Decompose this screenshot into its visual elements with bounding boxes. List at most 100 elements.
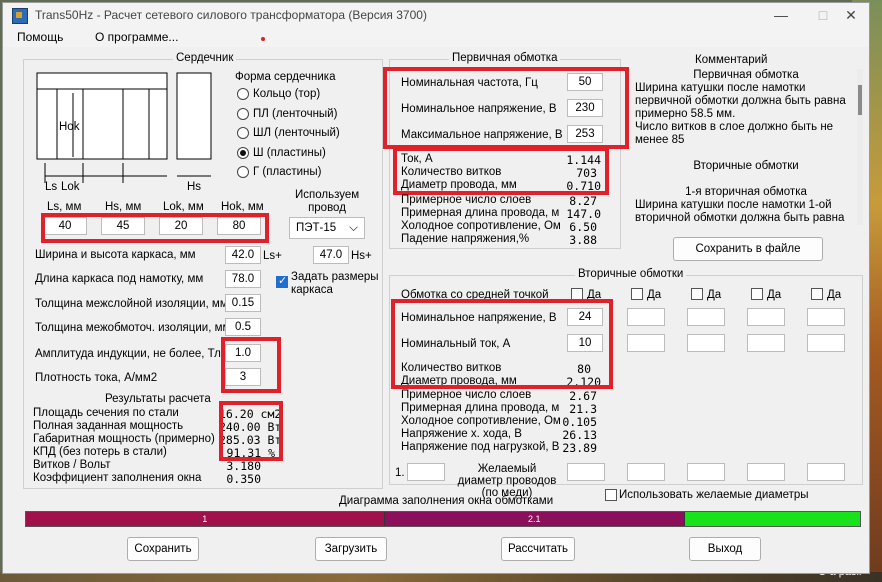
secondary-row-label-4: Холодное сопротивление, Ом <box>401 415 561 427</box>
shape-label-1: ПЛ (ленточный) <box>253 108 338 120</box>
primary-row-label-4: Примерная длина провода, м <box>401 207 560 219</box>
center-tap-yes-2: Да <box>647 289 662 301</box>
secondary-current-input-4[interactable] <box>747 334 785 352</box>
comment-title: Комментарий <box>695 54 768 66</box>
secondary-voltage-input-2[interactable] <box>627 308 665 326</box>
dim-header-ls: Ls, мм <box>47 201 82 213</box>
shape-label-2: ШЛ (ленточный) <box>253 127 340 139</box>
comment-line-1: Ширина катушки после намотки <box>635 82 806 94</box>
shape-label-3: Ш (пластины) <box>253 147 326 159</box>
fill-segment-2: 2.1 <box>384 512 685 526</box>
secondary-row-label-6: Напряжение под нагрузкой, В <box>401 441 560 453</box>
shape-radio-3[interactable] <box>237 147 249 159</box>
load-button[interactable]: Загрузить <box>315 537 387 561</box>
results-title: Результаты расчета <box>105 393 211 405</box>
center-tap-checkbox-5[interactable] <box>811 288 823 300</box>
frame-size-label: Ширина и высота каркаса, мм <box>35 249 196 261</box>
ls-plus-label: Ls+ <box>263 250 282 262</box>
interwinding-input[interactable]: 0.5 <box>225 318 261 336</box>
center-tap-checkbox-3[interactable] <box>691 288 703 300</box>
shape-label-4: Г (пластины) <box>253 166 322 178</box>
menu-about[interactable]: О программе... <box>95 30 178 44</box>
use-desired-checkbox[interactable] <box>605 489 617 501</box>
shape-label-0: Кольцо (тор) <box>253 88 321 100</box>
calculate-button[interactable]: Рассчитать <box>501 537 575 561</box>
result-label-4: Витков / Вольт <box>33 459 111 471</box>
secondary-voltage-input-4[interactable] <box>747 308 785 326</box>
comment-scrollbar-thumb[interactable] <box>858 85 862 115</box>
shape-radio-2[interactable] <box>237 127 249 139</box>
desired-diameter-input-0[interactable] <box>407 463 445 481</box>
fill-segment-1: 1 <box>26 512 385 526</box>
secondary-row-value-2: 2.67 <box>569 389 597 403</box>
shape-radio-1[interactable] <box>237 108 249 120</box>
result-label-0: Площадь сечения по стали <box>33 407 179 419</box>
comment-line-3: примерно 58.5 мм. <box>635 108 736 120</box>
center-tap-yes-4: Да <box>767 289 782 301</box>
frame-length-input[interactable]: 78.0 <box>225 270 261 288</box>
secondary-voltage-input-3[interactable] <box>687 308 725 326</box>
title-bar: Trans50Hz - Расчет сетевого силового тра… <box>3 3 869 27</box>
desired-diameter-input-2[interactable] <box>627 463 665 481</box>
shape-radio-0[interactable] <box>237 88 249 100</box>
frame-width-input[interactable]: 42.0 <box>225 246 261 264</box>
primary-row-label-5: Холодное сопротивление, Ом <box>401 220 561 232</box>
wire-select-value: ПЭТ-15 <box>296 222 337 234</box>
comment-line-9: 1-я вторичная обмотка <box>685 186 807 198</box>
desired-diameter-input-1[interactable] <box>567 463 605 481</box>
set-sizes-checkbox[interactable] <box>276 274 288 288</box>
frame-length-label: Длина каркаса под намотку, мм <box>35 273 204 285</box>
close-button[interactable]: ✕ <box>831 5 871 25</box>
wire-select[interactable]: ПЭТ-15 ⌵ <box>289 217 365 239</box>
highlight-dimensions <box>41 213 269 243</box>
primary-row-value-4: 147.0 <box>566 207 601 221</box>
shape-title: Форма сердечника <box>235 71 336 83</box>
highlight-induction-density <box>221 337 281 393</box>
save-button[interactable]: Сохранить <box>127 537 199 561</box>
center-tap-checkbox-4[interactable] <box>751 288 763 300</box>
result-label-3: КПД (без потерь в стали) <box>33 446 167 458</box>
desired-diameter-input-4[interactable] <box>747 463 785 481</box>
diagram-lok-label: Lok <box>61 181 80 193</box>
secondary-title: Вторичные обмотки <box>575 268 687 280</box>
secondary-current-input-3[interactable] <box>687 334 725 352</box>
secondary-row-value-6: 23.89 <box>562 441 597 455</box>
primary-row-value-5: 6.50 <box>569 220 597 234</box>
center-tap-checkbox-2[interactable] <box>631 288 643 300</box>
frame-height-input[interactable]: 47.0 <box>313 246 349 264</box>
desired-diameter-input-3[interactable] <box>687 463 725 481</box>
save-to-file-button[interactable]: Сохранить в файле <box>673 237 823 261</box>
dim-header-lok: Lok, мм <box>163 201 204 213</box>
comment-text: Первичная обмотка Ширина катушки после н… <box>635 69 857 225</box>
result-label-5: Коэффициент заполнения окна <box>33 472 202 484</box>
secondary-row-label-5: Напряжение х. хода, В <box>401 428 522 440</box>
set-sizes-label: Задать размеры каркаса <box>291 271 379 296</box>
current-density-label: Плотность тока, А/мм2 <box>35 372 158 384</box>
fill-segment-1-label: 1 <box>202 514 208 524</box>
desired-diameter-label: Желаемый диаметр проводов (по меди) <box>457 463 557 499</box>
interlayer-input[interactable]: 0.15 <box>225 294 261 312</box>
fill-segment-3 <box>684 512 860 526</box>
core-title: Сердечник <box>173 52 237 64</box>
fill-segment-2-label: 2.1 <box>527 514 541 524</box>
dim-header-hok: Hok, мм <box>221 201 264 213</box>
minimize-button[interactable]: — <box>761 5 801 25</box>
highlight-secondary <box>391 299 613 389</box>
dim-header-hs: Hs, мм <box>105 201 142 213</box>
highlight-primary-inputs <box>383 67 629 149</box>
exit-button[interactable]: Выход <box>689 537 761 561</box>
desired-diameter-input-5[interactable] <box>807 463 845 481</box>
use-desired-label: Использовать желаемые диаметры <box>619 489 809 501</box>
shape-radio-4[interactable] <box>237 166 249 178</box>
secondary-current-input-2[interactable] <box>627 334 665 352</box>
highlight-primary-results <box>393 147 609 195</box>
comment-line-6 <box>635 147 857 160</box>
menu-help[interactable]: Помощь <box>17 30 63 44</box>
fill-diagram-title: Диаграмма заполнения окна обмотками <box>339 495 554 507</box>
comment-scrollbar[interactable] <box>857 69 863 225</box>
secondary-current-input-5[interactable] <box>807 334 845 352</box>
comment-line-5: менее 85 <box>635 134 685 146</box>
secondary-voltage-input-5[interactable] <box>807 308 845 326</box>
primary-row-label-3: Примерное число слоев <box>401 194 532 206</box>
primary-row-label-6: Падение напряжения,% <box>401 233 530 245</box>
